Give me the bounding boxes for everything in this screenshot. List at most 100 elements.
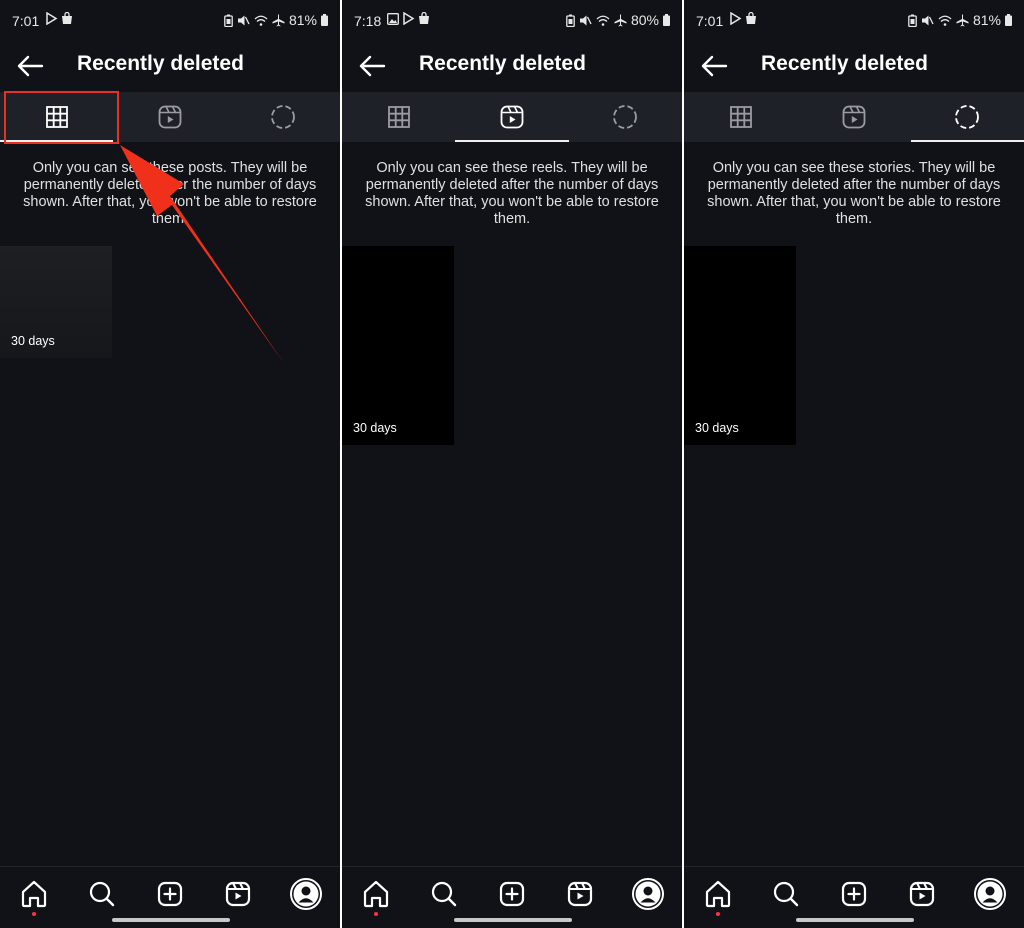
reels-icon [158,105,182,129]
battery-saver-icon [224,14,233,27]
mute-icon [237,14,250,27]
nav-home[interactable] [701,877,735,916]
gallery-icon [387,12,399,25]
back-button[interactable] [14,50,46,82]
nav-reels[interactable] [563,877,597,911]
plus-square-icon [495,877,529,911]
deleted-item-tile[interactable]: 30 days [0,246,112,358]
back-arrow-icon [14,55,46,86]
tab-reels[interactable] [455,92,569,142]
tab-stories[interactable] [227,92,340,142]
nav-search[interactable] [769,877,803,911]
status-time: 7:01 [696,13,724,29]
notification-dot [716,912,720,916]
gesture-handle [796,918,914,922]
phone-screen-reels: 7:18 80% Recently deleted Only you can s… [342,0,682,928]
nav-create[interactable] [495,877,529,911]
bottom-navigation [342,866,682,928]
top-app-bar: Recently deleted [342,42,682,92]
nav-create[interactable] [153,877,187,911]
home-icon [701,877,735,911]
nav-search[interactable] [85,877,119,911]
shopping-bag-icon [61,12,73,25]
home-icon [17,877,51,911]
grid-icon [45,106,68,128]
status-time: 7:18 [354,13,382,29]
phone-screen-stories: 7:01 81% Recently deleted Only you can s… [684,0,1024,928]
days-remaining-label: 30 days [695,421,739,435]
airplane-mode-icon [272,14,285,27]
content-tabs [684,92,1024,142]
plus-square-icon [837,877,871,911]
wifi-off-icon [938,14,952,27]
profile-avatar-icon [973,877,1007,911]
nav-home[interactable] [359,877,393,916]
page-title: Recently deleted [419,52,586,75]
play-store-icon [729,12,742,25]
nav-search[interactable] [427,877,461,911]
back-arrow-icon [356,55,388,86]
tab-reels[interactable] [797,92,910,142]
content-tabs [342,92,682,142]
wifi-off-icon [254,14,268,27]
wifi-off-icon [596,14,610,27]
days-remaining-label: 30 days [11,334,55,348]
notification-dot [374,912,378,916]
status-time: 7:01 [12,13,40,29]
battery-icon [321,14,328,26]
grid-icon [729,106,752,128]
nav-profile[interactable] [973,877,1007,911]
info-notice: Only you can see these posts. They will … [23,160,317,227]
page-title: Recently deleted [761,52,928,75]
info-notice: Only you can see these stories. They wil… [707,160,1001,227]
battery-level: 80% [630,12,659,28]
tab-stories[interactable] [569,92,682,142]
deleted-item-tile[interactable]: 30 days [342,246,454,445]
home-icon [359,877,393,911]
reels-icon [905,877,939,911]
nav-create[interactable] [837,877,871,911]
status-bar: 7:18 80% [342,0,682,42]
story-ring-icon [270,104,296,130]
battery-level: 81% [972,12,1001,28]
reels-icon [842,105,866,129]
page-title: Recently deleted [77,52,244,75]
search-icon [85,877,119,911]
days-remaining-label: 30 days [353,421,397,435]
story-ring-icon [954,104,980,130]
battery-icon [663,14,670,26]
airplane-mode-icon [614,14,627,27]
battery-saver-icon [908,14,917,27]
tab-reels[interactable] [113,92,226,142]
battery-level: 81% [288,12,317,28]
nav-reels[interactable] [905,877,939,911]
profile-avatar-icon [289,877,323,911]
gesture-handle [112,918,230,922]
grid-icon [387,106,410,128]
nav-profile[interactable] [631,877,665,911]
back-arrow-icon [698,55,730,86]
status-bar: 7:01 81% [0,0,340,42]
airplane-mode-icon [956,14,969,27]
back-button[interactable] [698,50,730,82]
tab-posts[interactable] [0,92,114,142]
top-app-bar: Recently deleted [684,42,1024,92]
notification-dot [32,912,36,916]
reels-icon [563,877,597,911]
reels-icon [500,105,524,129]
nav-home[interactable] [17,877,51,916]
deleted-item-tile[interactable]: 30 days [684,246,796,445]
search-icon [769,877,803,911]
reels-icon [221,877,255,911]
tab-posts[interactable] [684,92,797,142]
top-app-bar: Recently deleted [0,42,340,92]
tab-stories[interactable] [910,92,1024,142]
phone-screen-posts: 7:01 81% Recently deleted Only you can s… [0,0,340,928]
content-tabs [0,92,340,142]
back-button[interactable] [356,50,388,82]
nav-profile[interactable] [289,877,323,911]
nav-reels[interactable] [221,877,255,911]
tab-posts[interactable] [342,92,455,142]
play-store-icon [402,12,415,25]
info-notice: Only you can see these reels. They will … [365,160,659,227]
